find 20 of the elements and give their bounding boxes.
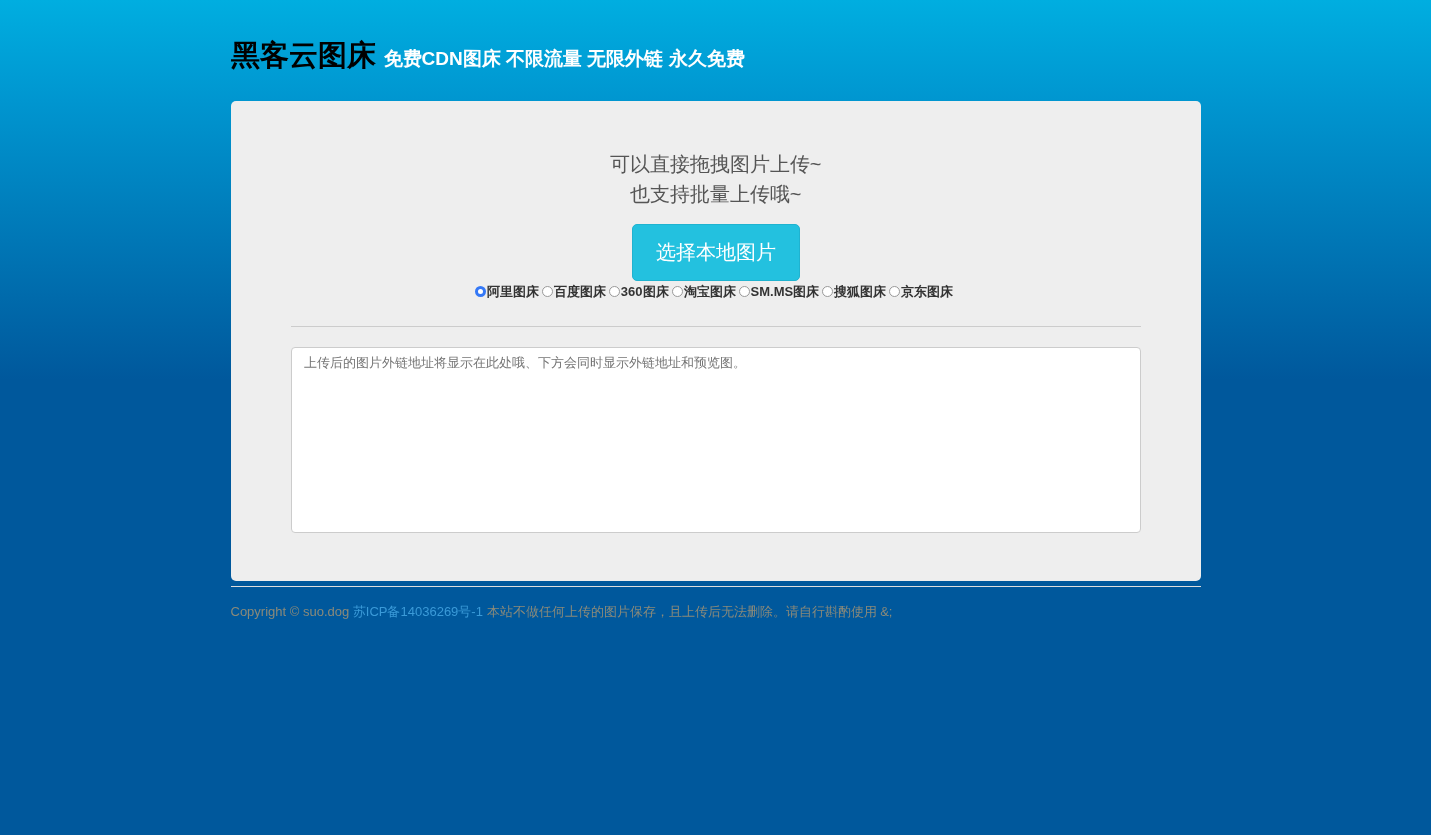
host-option-label[interactable]: 百度图床: [553, 282, 606, 301]
radio-button[interactable]: [671, 286, 683, 297]
host-option-label[interactable]: SM.MS图床: [750, 282, 820, 301]
host-option-label[interactable]: 搜狐图床: [834, 282, 887, 301]
upload-hint: 可以直接拖拽图片上传~: [609, 152, 822, 177]
radio-button[interactable]: [738, 286, 750, 297]
host-option-label[interactable]: 京东图床: [901, 282, 954, 301]
host-option-label[interactable]: 阿里图床: [486, 282, 539, 301]
radio-button[interactable]: [889, 286, 901, 297]
host-option-label[interactable]: 淘宝图床: [683, 282, 736, 301]
upload-hint: 也支持批量上传哦~: [628, 182, 803, 207]
site-tagline: 免费CDN图床 不限流量 无限外链 永久免费: [383, 47, 745, 71]
radio-button[interactable]: [822, 286, 834, 297]
footer-text: Copyright © suo.dog 苏ICP备14036269号-1 本站不做任何上传的图片保存，且上传后无法删除。请自行斟酌使用 &;: [230, 603, 894, 621]
site-title: 黑客云图床: [230, 38, 376, 73]
radio-button[interactable]: [541, 286, 553, 297]
host-option-label[interactable]: 360图床: [620, 282, 669, 301]
result-textarea[interactable]: 上传后的图片外链地址将显示在此处哦、下方会同时显示外链地址和预览图。: [290, 346, 1141, 533]
radio-button[interactable]: [608, 286, 620, 297]
radio-button[interactable]: [474, 286, 486, 297]
